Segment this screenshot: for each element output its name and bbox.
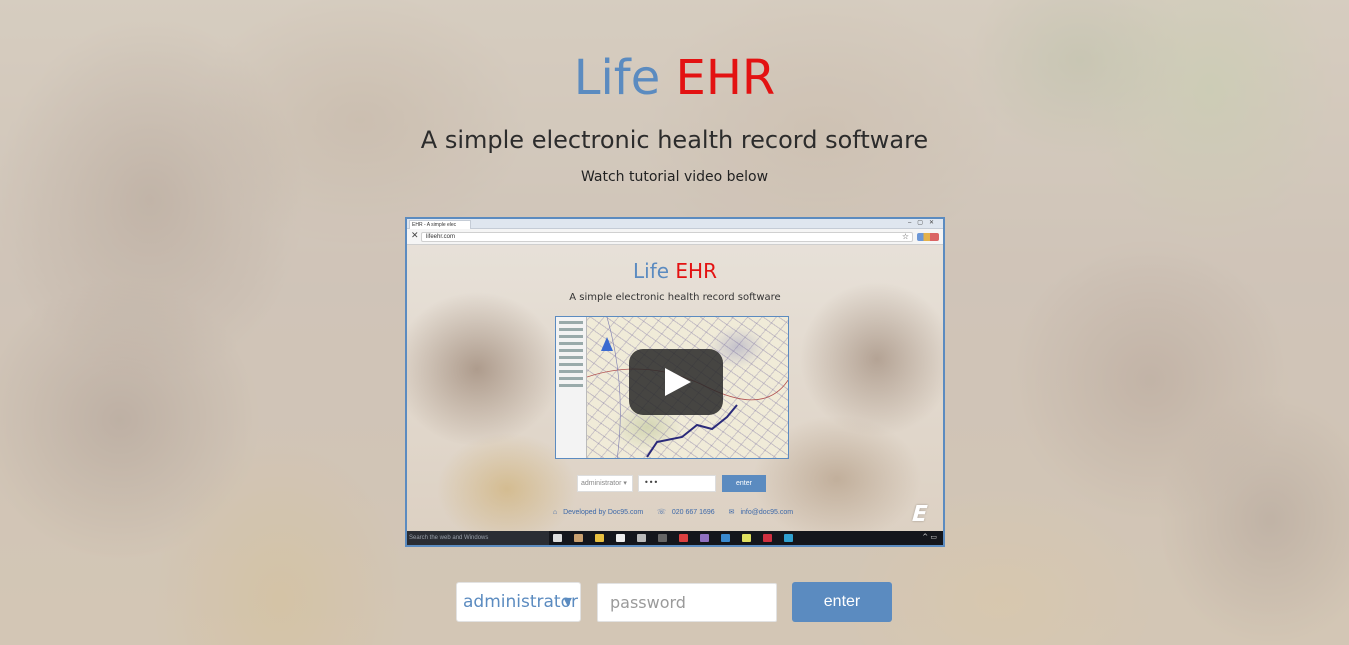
video-browser-tab: EHR - A simple elec bbox=[409, 220, 471, 229]
video-taskbar-search: Search the web and Windows bbox=[407, 531, 549, 545]
video-role-select: administrator ▾ bbox=[577, 475, 633, 492]
site-logo-title: Life EHR bbox=[0, 48, 1349, 108]
video-url: lifeehr.com bbox=[421, 232, 913, 242]
play-button[interactable] bbox=[629, 349, 723, 415]
login-form: administrator ▼ enter bbox=[0, 582, 1349, 622]
video-footer-phone: ☏ 020 667 1696 bbox=[657, 509, 715, 516]
close-icon: ✕ bbox=[411, 231, 419, 241]
video-inner-sidebar bbox=[556, 317, 587, 458]
video-footer-email: ✉ info@doc95.com bbox=[728, 509, 794, 516]
video-brand: Life EHR bbox=[407, 259, 943, 283]
star-icon: ☆ bbox=[901, 232, 909, 241]
enter-button[interactable]: enter bbox=[792, 582, 892, 622]
window-controls-icon: –▢✕ bbox=[907, 220, 940, 226]
role-select-value: administrator bbox=[463, 592, 578, 612]
video-brand-ehr: EHR bbox=[675, 259, 717, 283]
video-browser-addressbar: ✕ lifeehr.com ☆ bbox=[407, 229, 943, 245]
video-taskbar: Search the web and Windows ^ ▭ bbox=[407, 531, 943, 545]
video-tagline: A simple electronic health record softwa… bbox=[569, 292, 781, 303]
role-select[interactable]: administrator ▼ bbox=[456, 582, 581, 622]
tutorial-video-player[interactable]: EHR - A simple elec –▢✕ ✕ lifeehr.com ☆ … bbox=[405, 217, 945, 547]
extension-icons bbox=[917, 233, 939, 241]
video-footer-developed: ⌂ Developed by Doc95.com bbox=[552, 509, 644, 516]
video-browser-tabbar: EHR - A simple elec –▢✕ bbox=[407, 219, 943, 229]
brand-life: Life bbox=[573, 50, 661, 106]
chevron-down-icon: ▼ bbox=[563, 595, 572, 608]
brand-ehr: EHR bbox=[675, 50, 776, 106]
tagline: A simple electronic health record softwa… bbox=[420, 126, 929, 154]
video-password-field: ••• bbox=[638, 475, 716, 492]
video-system-tray-icon: ^ ▭ bbox=[922, 533, 937, 541]
password-input[interactable] bbox=[597, 583, 777, 622]
video-footer: ⌂ Developed by Doc95.com ☏ 020 667 1696 … bbox=[407, 508, 943, 518]
video-enter-button: enter bbox=[722, 475, 766, 492]
video-brand-life: Life bbox=[633, 259, 670, 283]
video-caption: Watch tutorial video below bbox=[580, 169, 769, 185]
video-login-form: administrator ▾ ••• enter bbox=[407, 475, 943, 493]
video-taskbar-icons bbox=[553, 534, 793, 542]
